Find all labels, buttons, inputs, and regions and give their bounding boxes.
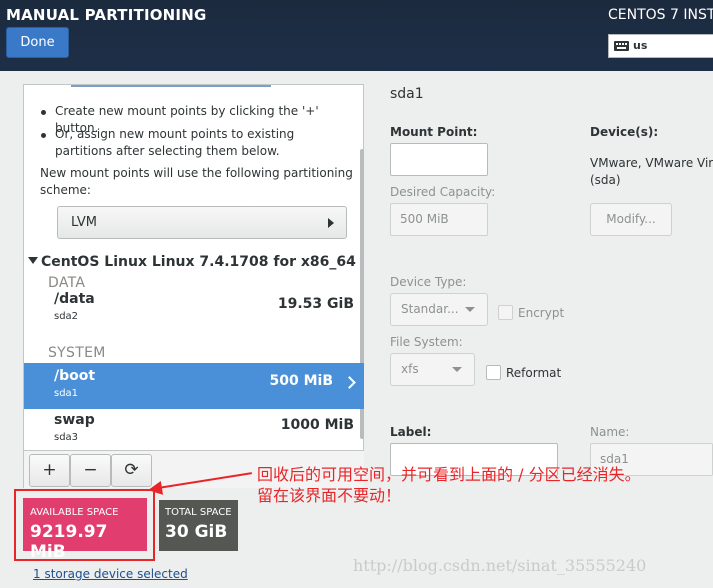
mount-point: /boot [54,368,96,384]
keyboard-layout-label: us [633,39,648,52]
desired-capacity-input[interactable]: 500 MiB [390,203,488,236]
encrypt-label: Encrypt [518,306,565,320]
mount-size: 1000 MiB [280,417,354,433]
devices-line: (sda) [590,173,621,187]
device-type-value: Standar... [401,302,459,316]
partition-scheme-dropdown[interactable]: LVM [57,206,347,239]
annotation-text: 回收后的可用空间，并可看到上面的 / 分区已经消失。 留在该界面不要动！ [257,464,641,506]
storage-device-link[interactable]: 1 storage device selected [33,567,188,581]
expander-triangle-icon [28,257,38,264]
scroll-shadow [71,85,271,87]
annotation-line: 回收后的可用空间，并可看到上面的 / 分区已经消失。 [257,465,641,484]
system-title: CentOS Linux Linux 7.4.1708 for x86_64 [41,254,356,270]
label-field-label: Label: [390,425,432,439]
bullet-icon [41,133,46,138]
mount-device: sda1 [54,388,79,399]
annotation-highlight-box [14,489,155,561]
mount-device: sda2 [54,311,79,322]
mount-point: /data [54,291,95,307]
system-expander[interactable]: CentOS Linux Linux 7.4.1708 for x86_64 [28,254,356,270]
mount-row-swap[interactable]: swap sda3 1000 MiB [24,407,364,453]
annotation-arrow-head-icon [146,480,164,498]
dropdown-arrow-icon [328,218,334,228]
selected-device-heading: sda1 [390,86,424,102]
chevron-right-icon [343,376,356,389]
mount-point-label: Mount Point: [390,125,478,139]
device-type-label: Device Type: [390,275,467,289]
file-system-label: File System: [390,335,463,349]
total-space-value: 30 GiB [165,522,228,542]
mount-size: 500 MiB [269,373,334,389]
product-title: CENTOS 7 INST [608,7,713,23]
devices-text: VMware, VMware Virt (sda) [590,155,713,189]
keyboard-layout-indicator[interactable]: us [608,34,713,58]
done-button[interactable]: Done [6,27,69,58]
desired-capacity-value: 500 MiB [400,212,449,226]
dropdown-arrow-icon [452,367,462,372]
modify-button[interactable]: Modify... [590,203,672,236]
file-system-dropdown[interactable]: xfs [390,353,475,386]
devices-line: VMware, VMware Virt [590,156,713,170]
scheme-description: New mount points will use the following … [40,166,353,197]
remove-mount-button[interactable]: − [70,454,111,487]
bullet-icon [41,110,46,115]
mount-row-boot[interactable]: /boot sda1 500 MiB [24,363,364,409]
encrypt-checkbox[interactable] [498,305,513,320]
mount-size: 19.53 GiB [277,296,354,312]
reformat-checkbox[interactable] [486,365,501,380]
mount-device: sda3 [54,432,79,443]
watermark: http://blog.csdn.net/sinat_35555240 [353,556,647,575]
group-label-system: SYSTEM [48,345,106,361]
mount-point: swap [54,412,95,428]
partition-scheme-value: LVM [71,215,97,230]
reformat-label: Reformat [506,366,562,380]
mount-point-input[interactable] [390,143,488,176]
device-type-dropdown[interactable]: Standar... [390,293,488,326]
total-space-label: TOTAL SPACE [165,507,232,518]
name-field-label: Name: [590,425,630,439]
top-header: MANUAL PARTITIONING Done CENTOS 7 INST u… [0,0,713,71]
devices-label: Device(s): [590,125,659,139]
annotation-line: 留在该界面不要动！ [257,486,402,505]
total-space-box: TOTAL SPACE 30 GiB [159,500,238,551]
instruction-text: Or, assign new mount points to existing … [55,127,295,158]
screen-title: MANUAL PARTITIONING [6,6,207,24]
add-mount-button[interactable]: + [29,454,70,487]
desired-capacity-label: Desired Capacity: [390,185,496,199]
mount-row-data[interactable]: /data sda2 19.53 GiB [24,286,364,332]
refresh-button[interactable]: ⟳ [111,454,152,487]
file-system-value: xfs [401,362,419,376]
dropdown-arrow-icon [465,307,475,312]
keyboard-icon [614,41,629,51]
mount-points-panel: Create new mount points by clicking the … [23,84,364,488]
